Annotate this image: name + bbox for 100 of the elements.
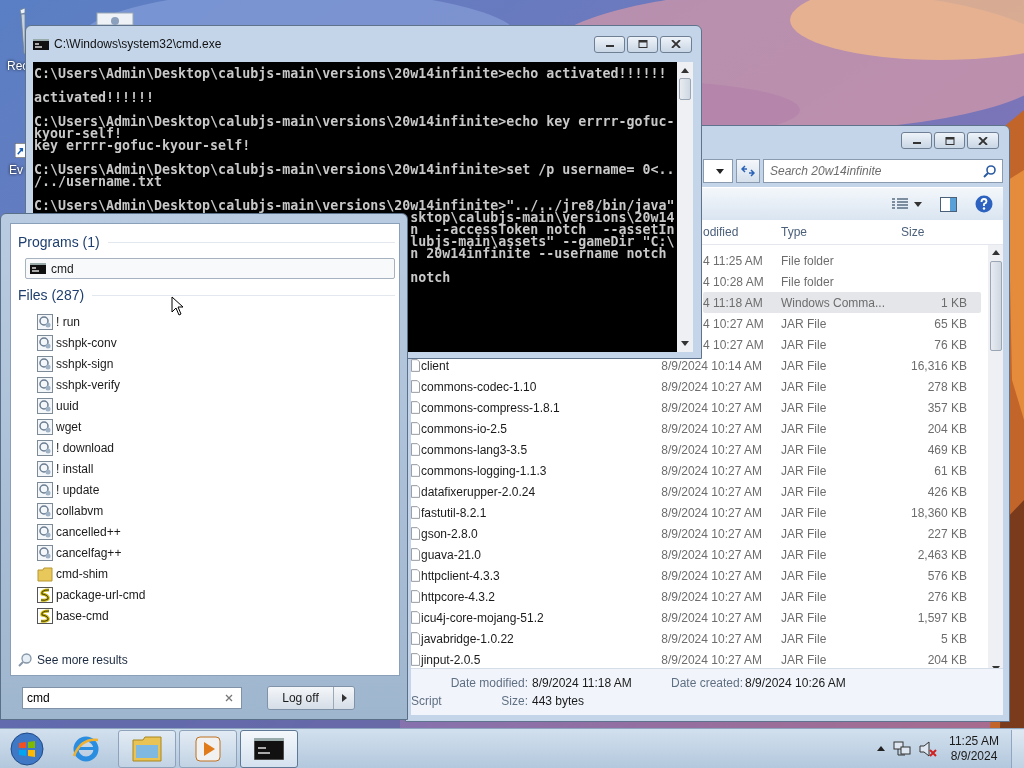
search-result[interactable]: sshpk-conv bbox=[18, 332, 395, 353]
file-name: commons-logging-1.1.3 bbox=[421, 463, 548, 478]
search-result[interactable]: uuid bbox=[18, 395, 395, 416]
type-cell-text: JAR File bbox=[781, 442, 828, 457]
close-button[interactable] bbox=[967, 132, 999, 149]
scroll-thumb[interactable] bbox=[679, 78, 691, 100]
console-line: notch bbox=[410, 272, 451, 284]
clock[interactable]: 11:25 AM 8/9/2024 bbox=[945, 733, 1003, 764]
file-row[interactable]: client 8/9/2024 10:14 AM JAR File 16,316 KB bbox=[411, 355, 981, 376]
search-result[interactable]: sshpk-sign bbox=[18, 353, 395, 374]
file-name: commons-compress-1.8.1 bbox=[421, 400, 561, 415]
detail-value: 443 bytes bbox=[532, 693, 585, 708]
log-off-button[interactable]: Log off bbox=[268, 686, 334, 709]
file-row[interactable]: commons-logging-1.1.3 8/9/2024 10:27 AM JAR File 61 KB bbox=[411, 460, 981, 481]
maximize-button[interactable] bbox=[934, 132, 965, 149]
date-cell: 8/9/2024 10:27 AM bbox=[660, 568, 762, 583]
search-result[interactable]: ! update bbox=[18, 479, 395, 500]
file-row[interactable]: commons-io-2.5 8/9/2024 10:27 AM JAR File 204 KB bbox=[411, 418, 981, 439]
scrollbar[interactable] bbox=[988, 245, 1003, 668]
address-bar[interactable] bbox=[703, 159, 733, 183]
size-cell-text: 1 KB bbox=[940, 295, 967, 310]
console-line: n 20w14infinite --username notch bbox=[410, 248, 667, 260]
date-cell: 4 10:28 AM bbox=[703, 274, 762, 289]
search-field[interactable]: Search 20w14infinite bbox=[763, 159, 1003, 183]
file-row[interactable]: httpclient-4.3.3 8/9/2024 10:27 AM JAR File 576 KB bbox=[411, 565, 981, 586]
type-cell-text: JAR File bbox=[781, 568, 828, 583]
file-row[interactable]: datafixerupper-2.0.24 8/9/2024 10:27 AM JAR File 426 KB bbox=[411, 481, 981, 502]
maximize-button[interactable] bbox=[627, 35, 658, 53]
column-header[interactable]: odified bbox=[703, 225, 762, 239]
shortcut-icon[interactable] bbox=[15, 143, 26, 158]
file-row[interactable]: 4 10:27 AM JAR File 76 KB bbox=[703, 334, 981, 355]
file-row[interactable]: fastutil-8.2.1 8/9/2024 10:27 AM JAR File 18,360 KB bbox=[411, 502, 981, 523]
file-row[interactable]: 4 10:27 AM JAR File 65 KB bbox=[703, 313, 981, 334]
minimize-button[interactable] bbox=[594, 35, 625, 53]
console-icon bbox=[30, 263, 46, 274]
file-row[interactable]: jinput-2.0.5 8/9/2024 10:27 AM JAR File 204 KB bbox=[411, 649, 981, 668]
console-line: key errrr-gofuc-kyour-self! bbox=[34, 140, 251, 152]
search-result[interactable]: collabvm bbox=[18, 500, 395, 521]
search-result[interactable]: cmd bbox=[25, 258, 395, 279]
file-name: jinput-2.0.5 bbox=[421, 652, 482, 667]
show-hidden-icons-icon[interactable] bbox=[877, 746, 885, 751]
file-row[interactable]: 4 10:28 AM File folder bbox=[703, 271, 981, 292]
file-row[interactable]: commons-lang3-3.5 8/9/2024 10:27 AM JAR File 469 KB bbox=[411, 439, 981, 460]
file-row[interactable]: 4 11:18 AM Windows Comma... 1 KB bbox=[703, 292, 981, 313]
file-row[interactable]: icu4j-core-mojang-51.2 8/9/2024 10:27 AM JAR File 1,597 KB bbox=[411, 607, 981, 628]
volume-muted-icon[interactable] bbox=[919, 740, 937, 757]
search-result[interactable]: cancelfag++ bbox=[18, 542, 395, 563]
desktop-icon-label[interactable]: Ev bbox=[9, 163, 23, 177]
file-row[interactable]: gson-2.8.0 8/9/2024 10:27 AM JAR File 227 KB bbox=[411, 523, 981, 544]
search-result[interactable]: ! download bbox=[18, 437, 395, 458]
minimize-button[interactable] bbox=[901, 132, 932, 149]
search-result[interactable]: sshpk-verify bbox=[18, 374, 395, 395]
script-file-icon bbox=[37, 313, 53, 330]
network-icon[interactable] bbox=[893, 740, 911, 757]
folder-icon bbox=[37, 565, 53, 582]
section-heading: Files (287) bbox=[18, 287, 85, 303]
file-row[interactable]: commons-codec-1.10 8/9/2024 10:27 AM JAR File 278 KB bbox=[411, 376, 981, 397]
date-cell: 8/9/2024 10:27 AM bbox=[660, 421, 762, 436]
search-result[interactable]: base-cmd bbox=[18, 605, 395, 626]
type-cell-text: JAR File bbox=[781, 652, 828, 667]
size-cell-text: 2,463 KB bbox=[916, 547, 967, 562]
date-cell: 8/9/2024 10:27 AM bbox=[660, 505, 762, 520]
search-result[interactable]: cancelled++ bbox=[18, 521, 395, 542]
file-name: commons-io-2.5 bbox=[421, 421, 509, 436]
file-row[interactable]: 4 11:25 AM File folder bbox=[703, 250, 981, 271]
file-name: commons-lang3-3.5 bbox=[421, 442, 529, 457]
console-line: n --accessToken notch --assetIn bbox=[410, 224, 675, 236]
file-name: httpcore-4.3.2 bbox=[421, 589, 497, 604]
search-result[interactable]: package-url-cmd bbox=[18, 584, 395, 605]
scroll-thumb[interactable] bbox=[989, 261, 1002, 351]
taskbar-button[interactable] bbox=[240, 729, 298, 768]
detail-value: 8/9/2024 10:26 AM bbox=[745, 675, 846, 690]
file-row[interactable]: commons-compress-1.8.1 8/9/2024 10:27 AM JAR File 357 KB bbox=[411, 397, 981, 418]
close-button[interactable] bbox=[660, 35, 692, 53]
column-header[interactable]: Type bbox=[781, 225, 891, 239]
scrollbar[interactable] bbox=[677, 62, 693, 352]
detail-value: 8/9/2024 11:18 AM bbox=[532, 675, 633, 690]
search-icon bbox=[983, 165, 996, 178]
file-row[interactable]: guava-21.0 8/9/2024 10:27 AM JAR File 2,463 KB bbox=[411, 544, 981, 565]
size-cell-text: 278 KB bbox=[926, 379, 967, 394]
file-row[interactable]: httpcore-4.3.2 8/9/2024 10:27 AM JAR File 276 KB bbox=[411, 586, 981, 607]
date-cell: 4 11:18 AM bbox=[703, 295, 762, 310]
script-file-icon bbox=[37, 460, 53, 477]
search-field[interactable]: cmd bbox=[22, 686, 242, 709]
refresh-button[interactable] bbox=[736, 159, 760, 183]
desktop-icon-label[interactable]: Rec bbox=[7, 59, 29, 73]
search-result[interactable]: wget bbox=[18, 416, 395, 437]
search-result[interactable]: ! run bbox=[18, 311, 395, 332]
console-line: C:\Users\Admin\Desktop\calubjs-main\versions\20w14infinite>echo activated!!!!!! bbox=[34, 68, 667, 80]
scroll-up-icon bbox=[681, 68, 689, 73]
see-more-link[interactable]: See more results bbox=[18, 653, 128, 667]
search-result[interactable]: cmd-shim bbox=[18, 563, 395, 584]
file-row[interactable]: javabridge-1.0.22 8/9/2024 10:27 AM JAR File 5 KB bbox=[411, 628, 981, 649]
search-result[interactable]: ! install bbox=[18, 458, 395, 479]
clear-icon[interactable] bbox=[225, 693, 233, 702]
power-options-button[interactable] bbox=[334, 686, 354, 709]
type-cell-text: JAR File bbox=[781, 484, 828, 499]
size-cell-text: 276 KB bbox=[926, 589, 967, 604]
maximize-icon bbox=[944, 136, 955, 145]
column-header[interactable]: Size bbox=[891, 225, 967, 239]
